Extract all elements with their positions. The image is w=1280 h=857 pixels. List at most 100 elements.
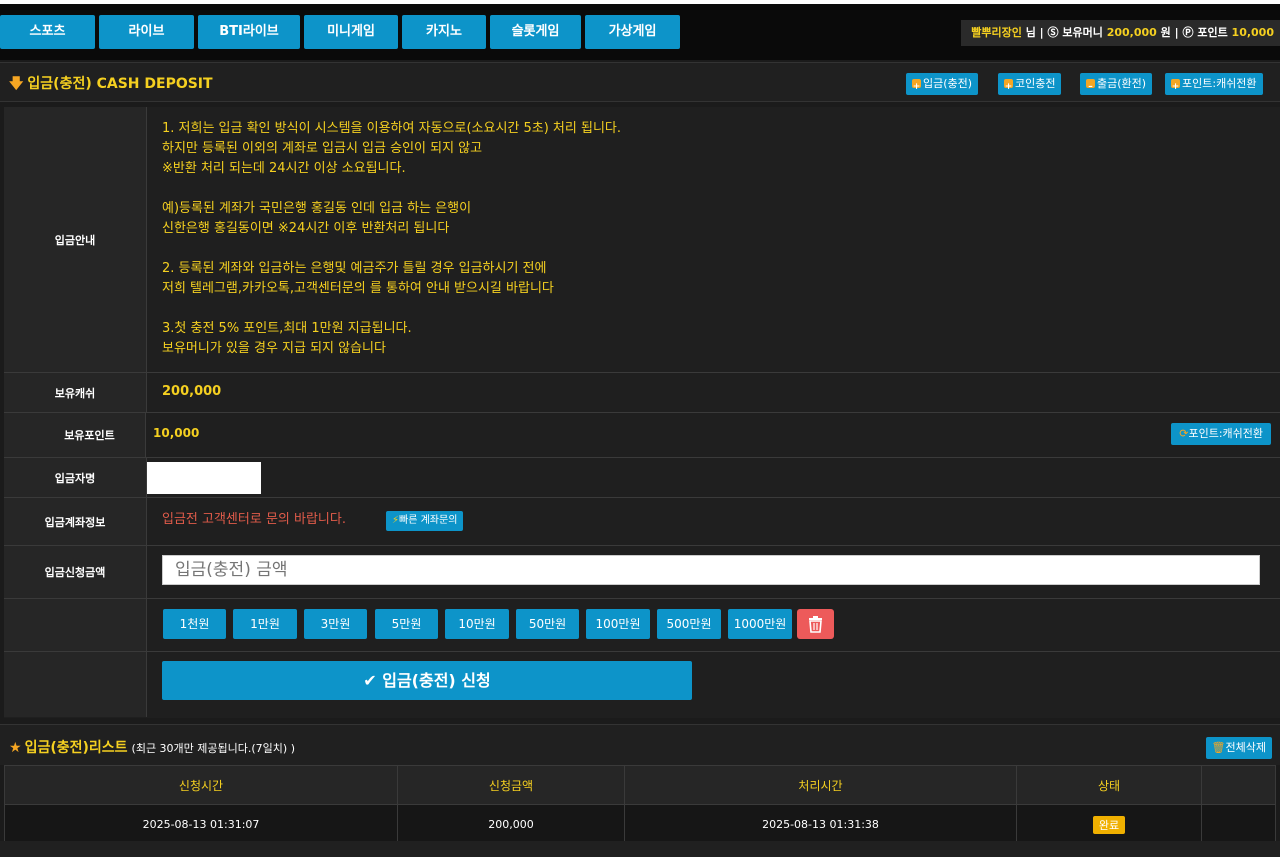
- star-icon: ★: [9, 740, 22, 756]
- clear-amount-button[interactable]: [797, 609, 834, 639]
- coin-charge-button[interactable]: 코인충전: [998, 73, 1062, 98]
- quick-amount-1k[interactable]: 1천원: [163, 609, 226, 639]
- account-inquiry-button[interactable]: ⚡빠른 계좌문의: [386, 511, 464, 531]
- account-label: 입금계좌정보: [4, 498, 147, 545]
- guide-line: 저희 텔레그램,카카오톡,고객센터문의 를 통하여 안내 받으시길 바랍니다: [162, 281, 554, 296]
- page-title-wrap: 🡇 입금(충전) CASH DEPOSIT: [9, 73, 213, 97]
- list-title-bar: ★ 입금(충전)리스트 (최근 30개만 제공됩니다.(7일치) ) 🗑전체삭제: [0, 724, 1280, 765]
- guide-line: 2. 등록된 계좌와 입금하는 은행및 예금주가 틀릴 경우 입금하시기 전에: [162, 261, 547, 276]
- status-badge: 완료: [1092, 815, 1126, 834]
- quick-amount-1m[interactable]: 100만원: [586, 609, 650, 639]
- point-convert-tab-button[interactable]: 포인트:캐쉬전환: [1165, 73, 1263, 98]
- guide-label: 입금안내: [4, 107, 147, 372]
- depositor-name-input[interactable]: [147, 462, 261, 494]
- quick-amount-10k[interactable]: 1만원: [233, 609, 297, 639]
- quick-amount-row: 1천원 1만원 3만원 5만원 10만원 50만원 100만원 500만원 10…: [4, 599, 1280, 652]
- point-convert-label: 포인트:캐쉬전환: [1188, 427, 1263, 440]
- nav-virtual[interactable]: 가상게임: [585, 15, 680, 49]
- amount-label: 입금신청금액: [4, 546, 147, 598]
- deposit-tab-label: 입금(충전): [923, 77, 973, 90]
- point-icon: Ⓟ: [1182, 26, 1194, 39]
- processed-time: 2025-08-13 01:31:38: [624, 804, 1017, 845]
- bottom-area: [0, 841, 1280, 857]
- guide-line: 1. 저희는 입금 확인 방식이 시스템을 이용하여 자동으로(소요시간 5초)…: [162, 121, 621, 136]
- quick-amount-50k[interactable]: 5만원: [375, 609, 438, 639]
- quick-amount-10m[interactable]: 1000만원: [728, 609, 792, 639]
- nav-sports[interactable]: 스포츠: [0, 15, 95, 49]
- col-processed: 처리시간: [624, 765, 1017, 805]
- quick-amount-500k[interactable]: 50만원: [516, 609, 579, 639]
- money-icon: Ⓢ: [1047, 26, 1059, 39]
- cash-value: 200,000: [162, 384, 222, 399]
- requested-amount: 200,000: [397, 804, 625, 845]
- trash-icon: [809, 616, 822, 633]
- guide-line: [162, 239, 621, 259]
- quick-amount-label-cell: [4, 599, 147, 651]
- plus-icon: [1171, 76, 1180, 98]
- action-cell: [1201, 804, 1276, 845]
- depositor-label: 입금자명: [4, 458, 147, 497]
- point-value: 10,000: [1231, 26, 1274, 39]
- minus-icon: [1086, 76, 1095, 98]
- plus-icon: [1004, 76, 1013, 98]
- point-convert-button[interactable]: ⟳포인트:캐쉬전환: [1171, 423, 1271, 445]
- amount-row: 입금신청금액: [4, 546, 1280, 599]
- nav-live[interactable]: 라이브: [99, 15, 194, 49]
- point-value-cell: 10,000 ⟳포인트:캐쉬전환: [147, 413, 1280, 457]
- nav-bti-live[interactable]: BTI라이브: [198, 15, 300, 49]
- delete-all-button[interactable]: 🗑전체삭제: [1205, 737, 1272, 759]
- money-unit: 원 |: [1160, 26, 1179, 39]
- quick-amount-100k[interactable]: 10만원: [445, 609, 509, 639]
- nav-slot[interactable]: 슬롯게임: [490, 15, 581, 49]
- amount-input[interactable]: [162, 555, 1260, 585]
- submit-label-cell: [4, 652, 147, 717]
- quick-amount-30k[interactable]: 3만원: [304, 609, 367, 639]
- list-title-wrap: ★ 입금(충전)리스트 (최근 30개만 제공됩니다.(7일치) ): [9, 737, 295, 757]
- account-row: 입금계좌정보 입금전 고객센터로 문의 바랍니다. ⚡빠른 계좌문의: [4, 498, 1280, 546]
- deposit-tab-button[interactable]: 입금(충전): [906, 73, 979, 98]
- list-subtitle: (최근 30개만 제공됩니다.(7일치) ): [131, 742, 295, 755]
- withdraw-button[interactable]: 출금(환전): [1080, 73, 1153, 98]
- table-header-row: 신청시간 신청금액 처리시간 상태: [4, 765, 1276, 805]
- user-info: 빨뿌리장인 님 | Ⓢ 보유머니 200,000 원 | Ⓟ 포인트 10,00…: [961, 20, 1280, 46]
- quick-amount-5m[interactable]: 500만원: [657, 609, 721, 639]
- trash-icon: 🗑: [1211, 741, 1226, 754]
- requested-time: 2025-08-13 01:31:07: [4, 804, 398, 845]
- col-amount: 신청금액: [397, 765, 625, 805]
- deposit-title-bar: 🡇입금(충전) CASH DEPOSIT 입금(충전) 코인충전 출금(환전) …: [0, 62, 1280, 102]
- top-nav: 스포츠 라이브 BTI라이브 미니게임 카지노 슬롯게임 가상게임 빨뿌리장인 …: [0, 4, 1280, 60]
- guide-line: [162, 179, 621, 199]
- nav-casino[interactable]: 카지노: [402, 15, 486, 49]
- arrow-down-icon: 🡇: [9, 76, 24, 92]
- delete-all-label: 전체삭제: [1225, 741, 1266, 754]
- point-label: 포인트: [1197, 26, 1228, 39]
- deposit-submit-button[interactable]: ✔ 입금(충전) 신청: [162, 661, 692, 700]
- account-value-cell: 입금전 고객센터로 문의 바랍니다. ⚡빠른 계좌문의: [147, 498, 1280, 545]
- user-honorific: 님 |: [1025, 26, 1044, 39]
- col-requested: 신청시간: [4, 765, 398, 805]
- depositor-row: 입금자명: [4, 458, 1280, 498]
- account-notice: 입금전 고객센터로 문의 바랍니다.: [162, 512, 346, 527]
- list-title: 입금(충전)리스트: [24, 740, 128, 756]
- table-row: 2025-08-13 01:31:07 200,000 2025-08-13 0…: [4, 804, 1276, 845]
- cash-row: 보유캐쉬 200,000: [4, 373, 1280, 413]
- deposit-history-table: 신청시간 신청금액 처리시간 상태 2025-08-13 01:31:07 20…: [4, 765, 1276, 845]
- col-status: 상태: [1016, 765, 1202, 805]
- page-title: 입금(충전) CASH DEPOSIT: [27, 76, 213, 92]
- plus-icon: [912, 76, 921, 98]
- money-value: 200,000: [1106, 26, 1157, 39]
- guide-line: 신한은행 홍길동이면 ※24시간 이후 반환처리 됩니다: [162, 221, 450, 236]
- cash-label: 보유캐쉬: [4, 373, 147, 412]
- money-label: 보유머니: [1062, 26, 1103, 39]
- guide-line: ※반환 처리 되는데 24시간 이상 소요됩니다.: [162, 161, 406, 176]
- nav-minigame[interactable]: 미니게임: [304, 15, 398, 49]
- coin-charge-label: 코인충전: [1015, 77, 1056, 90]
- cash-value-cell: 200,000: [147, 373, 1280, 412]
- account-inquiry-label: 빠른 계좌문의: [399, 515, 458, 526]
- guide-line: 3.첫 충전 5% 포인트,최대 1만원 지급됩니다.: [162, 321, 412, 336]
- user-name: 빨뿌리장인: [971, 26, 1022, 39]
- point-value: 10,000: [153, 426, 200, 440]
- point-convert-label: 포인트:캐쉬전환: [1182, 77, 1257, 90]
- point-row: 보유포인트 10,000 ⟳포인트:캐쉬전환: [4, 413, 1280, 458]
- status-cell: 완료: [1016, 804, 1202, 845]
